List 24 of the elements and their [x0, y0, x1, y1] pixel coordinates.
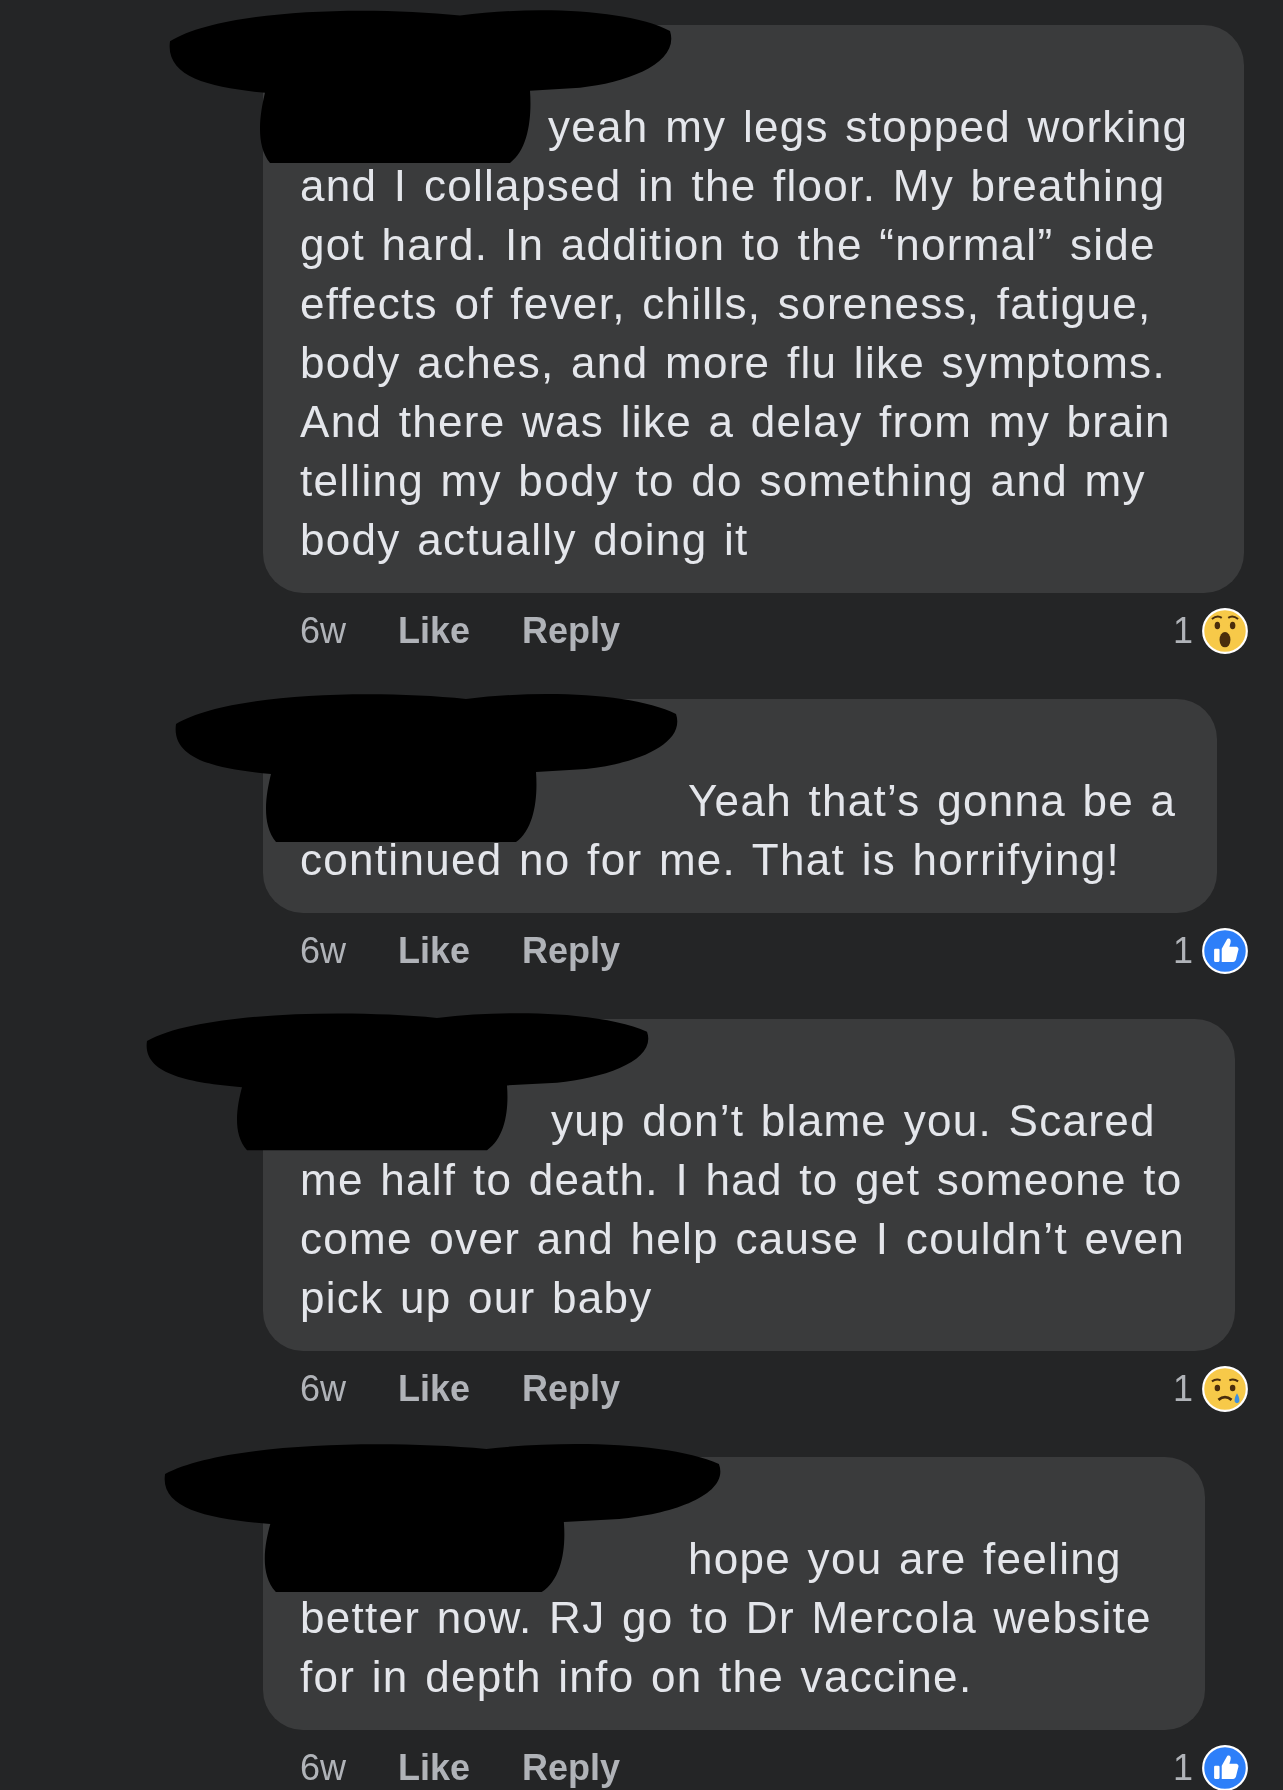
comment-text: yeah my legs stopped working and I collapsed in the floor. My breathing got hard. In addition to the “normal” side effects of fever, chills, soreness, fatigue, body aches, and more flu like symptoms. And there was like a delay from my brain telling my body to do something and my body actually doing it: [300, 101, 1190, 566]
reply-link[interactable]: Reply: [522, 610, 621, 652]
comment-text: hope you are feeling better now. RJ go to Dr Mercola website for in depth info on the vaccine.: [300, 1533, 1153, 1703]
like-link[interactable]: Like: [398, 930, 471, 972]
thumbs-up-icon: [1201, 927, 1249, 975]
reply-link[interactable]: Reply: [522, 930, 621, 972]
reaction-count: 1: [1172, 1747, 1193, 1789]
like-link[interactable]: Like: [398, 1747, 471, 1789]
reply-link[interactable]: Reply: [522, 1368, 621, 1410]
comment-time: 6w: [300, 610, 347, 652]
reaction-count: 1: [1172, 1368, 1193, 1410]
thumbs-up-icon: [1201, 1744, 1249, 1790]
comment-time: 6w: [300, 930, 347, 972]
reaction-count: 1: [1172, 930, 1193, 972]
reaction-count: 1: [1172, 610, 1193, 652]
sad-face-icon: [1201, 1365, 1249, 1413]
like-link[interactable]: Like: [398, 1368, 471, 1410]
comment-time: 6w: [300, 1747, 347, 1789]
comment-text: Yeah that’s gonna be a continued no for me. That is horrifying!: [300, 775, 1178, 886]
reply-link[interactable]: Reply: [522, 1747, 621, 1789]
surprised-face-icon: [1201, 607, 1249, 655]
like-link[interactable]: Like: [398, 610, 471, 652]
comment-time: 6w: [300, 1368, 347, 1410]
comment-text: yup don’t blame you. Scared me half to death. I had to get someone to come over and help cause I couldn’t even pick up our baby: [300, 1095, 1187, 1324]
